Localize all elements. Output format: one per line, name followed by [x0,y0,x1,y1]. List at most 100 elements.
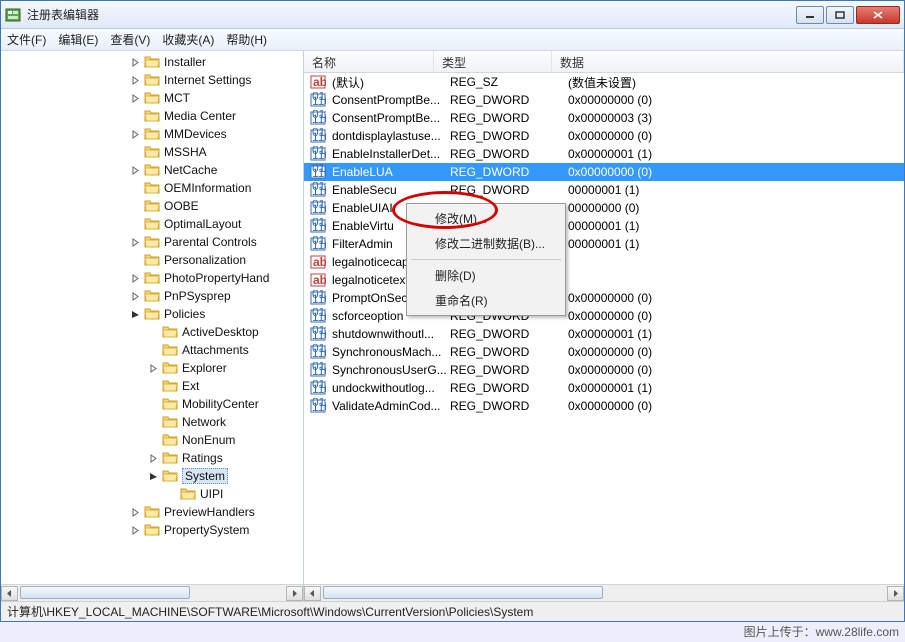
tree-node[interactable]: Internet Settings [1,71,303,89]
scroll-left-icon[interactable] [1,586,18,601]
menu-file[interactable]: 文件(F) [7,31,46,48]
registry-value-row[interactable]: 011110undockwithoutlog...REG_DWORD0x0000… [304,379,904,397]
list-hscrollbar[interactable] [304,584,904,601]
tree-hscrollbar[interactable] [1,584,303,601]
tree-node[interactable]: OOBE [1,197,303,215]
registry-value-row[interactable]: 011110dontdisplaylastuse...REG_DWORD0x00… [304,127,904,145]
tree-node[interactable]: MSSHA [1,143,303,161]
tree-node[interactable]: NonEnum [1,431,303,449]
tree-node[interactable]: Personalization [1,251,303,269]
list-view[interactable]: ab(默认)REG_SZ(数值未设置)011110ConsentPromptBe… [304,73,904,584]
tree-node[interactable]: MCT [1,89,303,107]
registry-value-row[interactable]: 011110EnableLUAREG_DWORD0x00000000 (0) [304,163,904,181]
context-rename[interactable]: 重命名(R) [409,288,563,313]
context-modify-binary[interactable]: 修改二进制数据(B)... [409,231,563,256]
registry-value-row[interactable]: 011110EnableInstallerDet...REG_DWORD0x00… [304,145,904,163]
context-delete[interactable]: 删除(D) [409,263,563,288]
body-area: InstallerInternet SettingsMCTMedia Cente… [1,51,904,601]
tree-node[interactable]: OptimalLayout [1,215,303,233]
tree-node[interactable]: PreviewHandlers [1,503,303,521]
tree-node[interactable]: Ratings [1,449,303,467]
scroll-left-icon[interactable] [304,586,321,601]
value-type: REG_DWORD [450,93,568,107]
registry-value-row[interactable]: 011110ConsentPromptBe...REG_DWORD0x00000… [304,109,904,127]
tree-view[interactable]: InstallerInternet SettingsMCTMedia Cente… [1,51,303,584]
list-pane: 名称 类型 数据 ab(默认)REG_SZ(数值未设置)011110Consen… [304,51,904,601]
tree-node[interactable]: Network [1,413,303,431]
value-name: ConsentPromptBe... [332,93,450,107]
value-name: EnableSecu [332,183,450,197]
registry-value-row[interactable]: 011110shutdownwithoutl...REG_DWORD0x0000… [304,325,904,343]
svg-text:110: 110 [312,220,326,234]
titlebar[interactable]: 注册表编辑器 [1,1,904,29]
col-header-data[interactable]: 数据 [552,51,904,72]
registry-value-row[interactable]: 011110FilterAdminREG_DWORD00000001 (1) [304,235,904,253]
registry-value-row[interactable]: ablegalnoticecaptionREG_SZ [304,253,904,271]
minimize-button[interactable] [796,6,824,24]
scroll-right-icon[interactable] [286,586,303,601]
tree-node[interactable]: Explorer [1,359,303,377]
tree-node[interactable]: PropertySystem [1,521,303,539]
tree-node[interactable]: Policies [1,305,303,323]
tree-node[interactable]: Ext [1,377,303,395]
value-name: SynchronousUserG... [332,363,450,377]
scroll-track[interactable] [321,586,887,601]
svg-text:110: 110 [312,292,326,306]
scroll-track[interactable] [18,586,286,601]
value-data: (数值未设置) [568,74,904,91]
tree-node[interactable]: UIPI [1,485,303,503]
close-button[interactable] [856,6,900,24]
menu-edit[interactable]: 编辑(E) [58,31,98,48]
tree-pane: InstallerInternet SettingsMCTMedia Cente… [1,51,304,601]
tree-node[interactable]: OEMInformation [1,179,303,197]
svg-text:ab: ab [313,273,326,287]
value-name: shutdownwithoutl... [332,327,450,341]
menu-view[interactable]: 查看(V) [110,31,150,48]
registry-value-row[interactable]: 011110EnableVirtuREG_DWORD00000001 (1) [304,217,904,235]
scroll-thumb[interactable] [323,586,603,599]
registry-value-row[interactable]: ablegalnoticetextREG_SZ [304,271,904,289]
col-header-name[interactable]: 名称 [304,51,434,72]
svg-text:110: 110 [312,166,326,180]
maximize-button[interactable] [826,6,854,24]
tree-node[interactable]: ActiveDesktop [1,323,303,341]
list-header[interactable]: 名称 类型 数据 [304,51,904,73]
registry-value-row[interactable]: 011110scforceoptionREG_DWORD0x00000000 (… [304,307,904,325]
tree-node[interactable]: PnPSysprep [1,287,303,305]
window-title: 注册表编辑器 [27,6,796,23]
scroll-thumb[interactable] [20,586,190,599]
tree-node[interactable]: Media Center [1,107,303,125]
menu-help[interactable]: 帮助(H) [226,31,267,48]
svg-text:110: 110 [312,310,326,324]
context-modify[interactable]: 修改(M)... [409,206,563,231]
watermark: 图片上传于：www.28life.com [744,623,899,640]
col-header-type[interactable]: 类型 [434,51,552,72]
svg-text:110: 110 [312,202,326,216]
scroll-right-icon[interactable] [887,586,904,601]
registry-value-row[interactable]: 011110SynchronousMach...REG_DWORD0x00000… [304,343,904,361]
value-data: 0x00000000 (0) [568,309,904,323]
tree-node[interactable]: Attachments [1,341,303,359]
svg-text:110: 110 [312,184,326,198]
registry-value-row[interactable]: 011110SynchronousUserG...REG_DWORD0x0000… [304,361,904,379]
registry-value-row[interactable]: 011110ValidateAdminCod...REG_DWORD0x0000… [304,397,904,415]
tree-node[interactable]: MMDevices [1,125,303,143]
registry-value-row[interactable]: 011110EnableUIAIREG_DWORD00000000 (0) [304,199,904,217]
tree-node[interactable]: System [1,467,303,485]
value-name: EnableLUA [332,165,450,179]
registry-value-row[interactable]: 011110EnableSecuREG_DWORD00000001 (1) [304,181,904,199]
tree-node[interactable]: Installer [1,53,303,71]
menu-favorites[interactable]: 收藏夹(A) [162,31,214,48]
tree-node[interactable]: PhotoPropertyHand [1,269,303,287]
tree-node[interactable]: Parental Controls [1,233,303,251]
svg-text:ab: ab [313,255,326,269]
tree-node[interactable]: NetCache [1,161,303,179]
tree-node[interactable]: MobilityCenter [1,395,303,413]
registry-value-row[interactable]: ab(默认)REG_SZ(数值未设置) [304,73,904,91]
regedit-icon [5,7,21,23]
svg-text:ab: ab [313,75,326,89]
value-type: REG_DWORD [450,165,568,179]
registry-value-row[interactable]: 011110ConsentPromptBe...REG_DWORD0x00000… [304,91,904,109]
registry-value-row[interactable]: 011110PromptOnSecureD...REG_DWORD0x00000… [304,289,904,307]
statusbar-path: 计算机\HKEY_LOCAL_MACHINE\SOFTWARE\Microsof… [7,603,533,620]
